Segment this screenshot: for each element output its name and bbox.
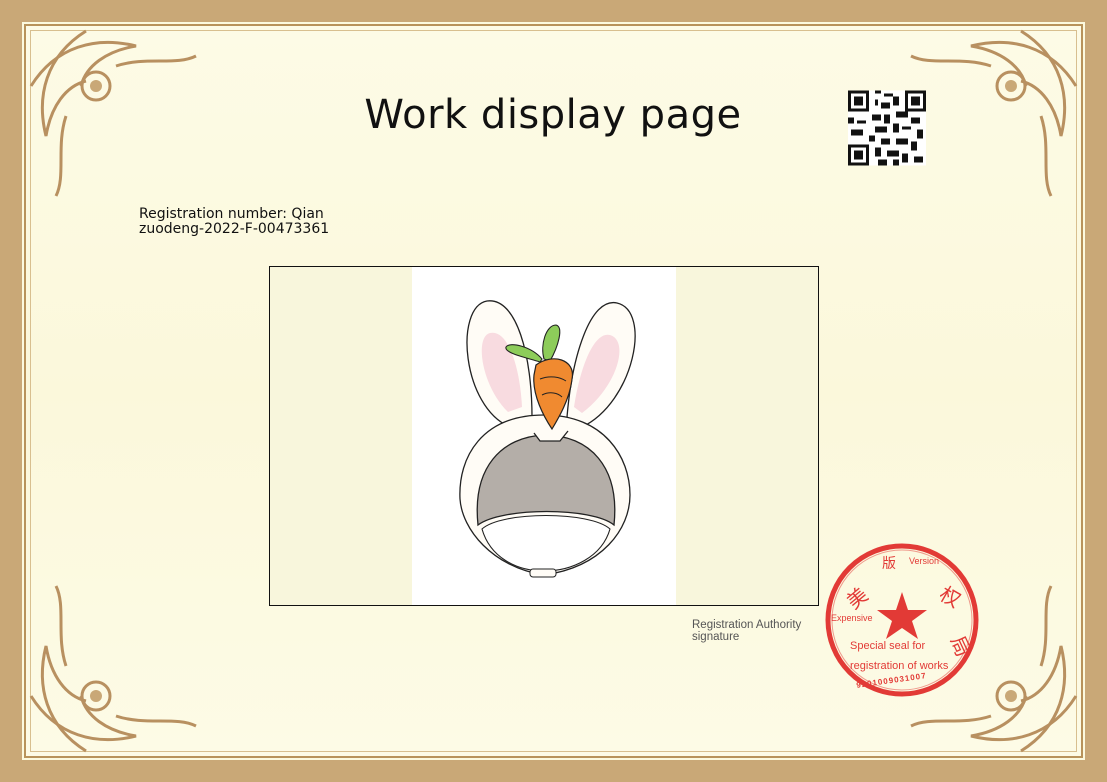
svg-text:版: 版 [882,556,896,572]
registration-seal: 美 权 局 版 Version Expensive Special seal f… [822,540,982,700]
bunny-headband-image [459,300,636,578]
registration-number: Registration number: Qian zuodeng-2022-F… [139,207,329,237]
registration-authority-signature: Registration Authority signature [692,619,801,643]
svg-text:权: 权 [936,582,965,613]
authority-line-1: Registration Authority [692,619,802,631]
certificate-page: Work display page Registration number: Q… [0,0,1107,782]
qr-code-icon[interactable] [848,90,926,166]
authority-line-2: signature [692,631,740,643]
seal-line-1: Special seal for [850,640,926,652]
corner-ornament-icon [29,29,197,197]
svg-text:美: 美 [842,583,873,614]
svg-text:局: 局 [945,632,975,660]
seal-star-icon [877,592,927,639]
registration-line-1: Registration number: Qian [139,206,324,222]
page-title: Work display page [364,92,742,138]
work-image-background [412,267,676,605]
seal-line-2: registration of works [850,660,949,672]
corner-ornament-icon [29,585,197,753]
seal-top-word: Version [909,556,940,566]
registration-line-2: zuodeng-2022-F-00473361 [139,221,330,237]
seal-left-word: Expensive [831,613,873,623]
work-image-frame [269,266,819,606]
